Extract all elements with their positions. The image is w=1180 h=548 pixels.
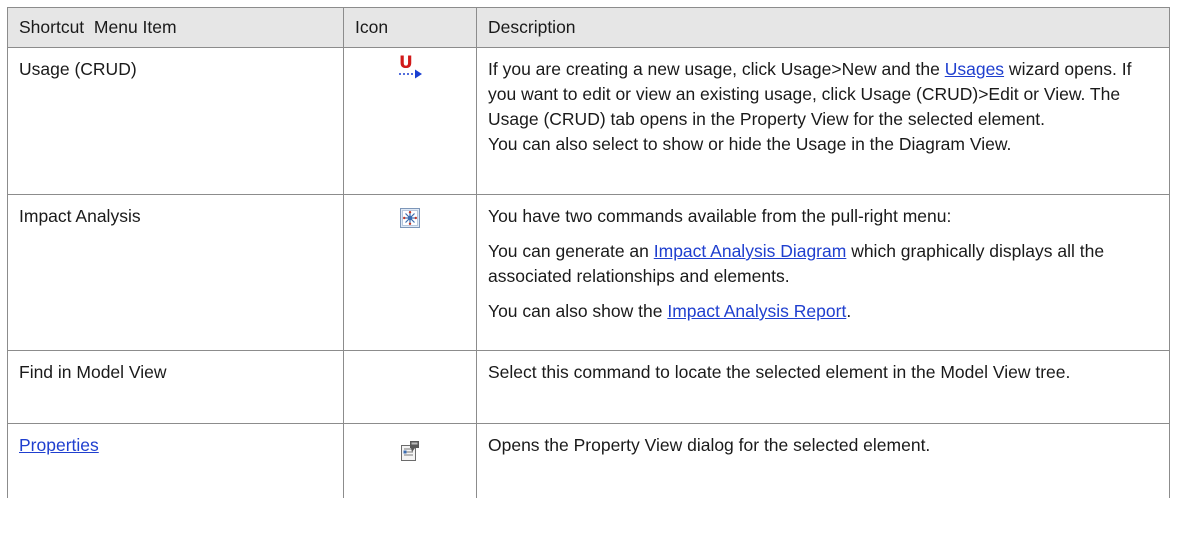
table-header-row: Shortcut Menu Item Icon Description <box>7 7 1170 48</box>
description-impact-analysis: You have two commands available from the… <box>476 194 1170 351</box>
description-paragraph: You have two commands available from the… <box>488 206 952 226</box>
properties-icon <box>399 440 421 462</box>
description-paragraph: You can also select to show or hide the … <box>488 134 1012 154</box>
icon-cell: U <box>343 47 477 195</box>
impact-analysis-report-link[interactable]: Impact Analysis Report <box>667 301 846 321</box>
header-icon: Icon <box>343 7 477 48</box>
usage-crud-icon: U <box>396 55 424 79</box>
description-text: . <box>846 301 852 321</box>
header-description: Description <box>476 7 1170 48</box>
menu-item-find-in-model-view: Find in Model View <box>7 350 344 424</box>
usages-link[interactable]: Usages <box>945 59 1004 79</box>
table-row: Find in Model View Select this command t… <box>7 350 1170 424</box>
icon-cell <box>343 423 477 498</box>
description-paragraph: You can also show the Impact Analysis Re… <box>488 299 1163 324</box>
menu-item-impact-analysis: Impact Analysis <box>7 194 344 351</box>
header-shortcut-menu-item: Shortcut Menu Item <box>7 7 344 48</box>
description-paragraph: You can generate an Impact Analysis Diag… <box>488 239 1163 289</box>
impact-analysis-icon <box>400 208 420 228</box>
menu-item-properties: Properties <box>7 423 344 498</box>
description-text: You can also show the <box>488 301 668 321</box>
table-row: Usage (CRUD) U If you are creating a new… <box>7 47 1170 195</box>
table-row: Properties Opens the Property View dialo… <box>7 423 1170 498</box>
description-find-in-model-view: Select this command to locate the select… <box>476 350 1170 424</box>
description-text: If you are creating a new usage, click U… <box>488 59 945 79</box>
properties-link[interactable]: Properties <box>19 435 99 455</box>
shortcut-menu-table: Shortcut Menu Item Icon Description Usag… <box>7 7 1170 498</box>
impact-analysis-diagram-link[interactable]: Impact Analysis Diagram <box>654 241 847 261</box>
table-row: Impact Analysis You have two commands av… <box>7 194 1170 351</box>
icon-cell <box>343 350 477 424</box>
description-text: You can generate an <box>488 241 654 261</box>
description-usage-crud: If you are creating a new usage, click U… <box>476 47 1170 195</box>
description-properties: Opens the Property View dialog for the s… <box>476 423 1170 498</box>
description-paragraph: If you are creating a new usage, click U… <box>488 57 1163 132</box>
icon-cell <box>343 194 477 351</box>
menu-item-usage-crud: Usage (CRUD) <box>7 47 344 195</box>
